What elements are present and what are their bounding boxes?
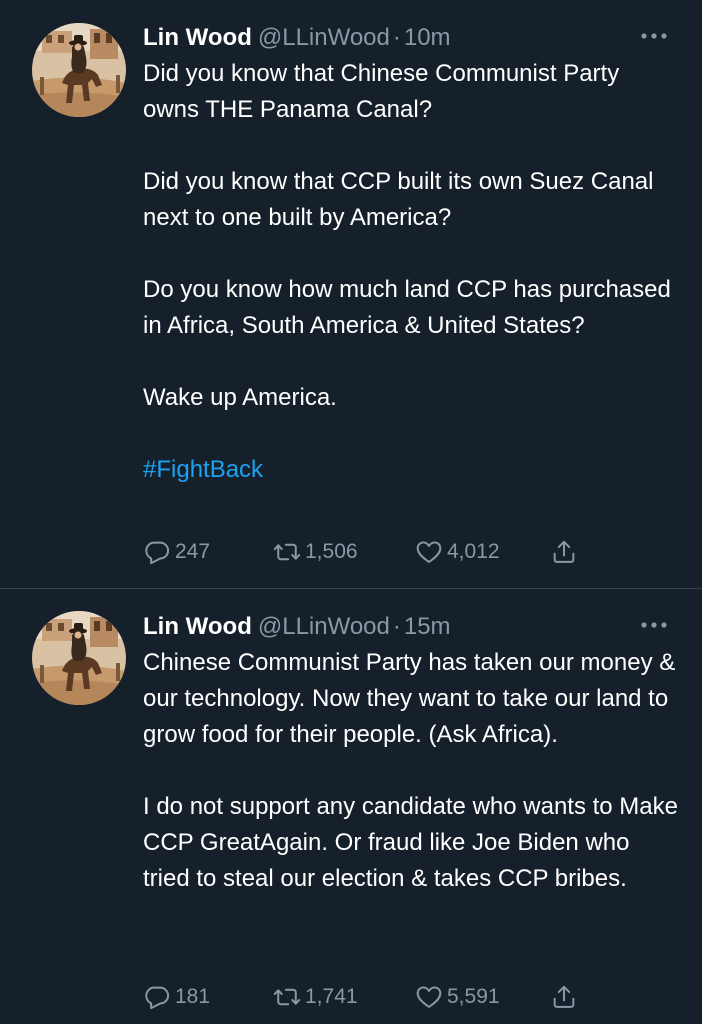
tweet-header: Lin Wood @LLinWood · 10m (143, 22, 451, 54)
reply-count: 247 (175, 540, 211, 563)
tweet-text: Chinese Communist Party has taken our mo… (143, 645, 678, 897)
like-button[interactable]: 4,012 (415, 534, 500, 570)
share-button[interactable] (550, 534, 582, 570)
hashtag-link[interactable]: #FightBack (143, 456, 263, 483)
tweet-header: Lin Wood @LLinWood · 15m (143, 611, 451, 643)
tweet-actions: 181 1,741 5,591 (143, 979, 603, 1015)
retweet-count: 1,506 (305, 540, 358, 563)
tweet-paragraph: Did you know that Chinese Communist Part… (143, 60, 620, 123)
like-button[interactable]: 5,591 (415, 979, 500, 1015)
retweet-button[interactable]: 1,506 (273, 534, 358, 570)
author-handle[interactable]: @LLinWood (258, 613, 390, 640)
tweet-paragraph: Chinese Communist Party has taken our mo… (143, 649, 676, 748)
tweet-paragraph: Do you know how much land CCP has purcha… (143, 276, 671, 339)
like-count: 5,591 (447, 985, 500, 1008)
retweet-icon (273, 983, 301, 1011)
tweet-paragraph: Wake up America. (143, 384, 337, 411)
author-name[interactable]: Lin Wood (143, 613, 252, 640)
share-icon (550, 538, 578, 566)
tweet-paragraph: I do not support any candidate who wants… (143, 793, 678, 892)
reply-button[interactable]: 247 (143, 534, 210, 570)
tweet[interactable]: Lin Wood @LLinWood · 10m Did you know that … (0, 0, 702, 589)
like-count: 4,012 (447, 540, 500, 563)
timeline: Lin Wood @LLinWood · 10m Did you know that … (0, 0, 702, 1024)
reply-button[interactable]: 181 (143, 979, 210, 1015)
retweet-count: 1,741 (305, 985, 358, 1008)
reply-count: 181 (175, 985, 211, 1008)
separator: · (392, 613, 401, 640)
reply-icon (143, 983, 171, 1011)
more-options-icon[interactable] (639, 24, 669, 48)
more-options-icon[interactable] (639, 613, 669, 637)
retweet-icon (273, 538, 301, 566)
author-handle[interactable]: @LLinWood (258, 24, 390, 51)
like-icon (415, 983, 443, 1011)
tweet-text: Did you know that Chinese Communist Part… (143, 56, 678, 488)
tweet-paragraph: Did you know that CCP built its own Suez… (143, 168, 654, 231)
author-name[interactable]: Lin Wood (143, 24, 252, 51)
avatar[interactable] (32, 611, 126, 705)
reply-icon (143, 538, 171, 566)
like-icon (415, 538, 443, 566)
timestamp[interactable]: 15m (404, 613, 451, 640)
share-icon (550, 983, 578, 1011)
share-button[interactable] (550, 979, 582, 1015)
tweet[interactable]: Lin Wood @LLinWood · 15m Chinese Communist … (0, 589, 702, 1024)
tweet-actions: 247 1,506 4,012 (143, 534, 603, 570)
timestamp[interactable]: 10m (404, 24, 451, 51)
separator: · (392, 24, 401, 51)
retweet-button[interactable]: 1,741 (273, 979, 358, 1015)
avatar[interactable] (32, 23, 126, 117)
